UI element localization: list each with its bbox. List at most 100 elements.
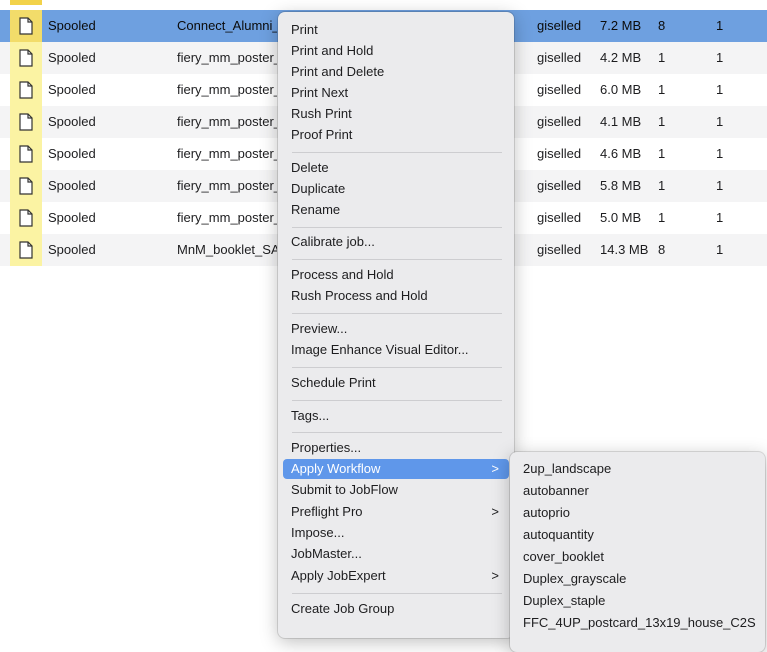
menu-item-apply-jobexpert[interactable]: Apply JobExpert > bbox=[283, 566, 509, 586]
workflow-item[interactable]: autoquantity bbox=[515, 524, 760, 546]
menu-item-label: Print bbox=[291, 22, 318, 37]
job-status: Spooled bbox=[48, 210, 96, 225]
workflow-item[interactable]: cover_booklet bbox=[515, 546, 760, 568]
workflow-item[interactable]: autobanner bbox=[515, 480, 760, 502]
document-icon bbox=[10, 170, 42, 202]
menu-item-print[interactable]: Print bbox=[283, 20, 509, 40]
job-user: giselled bbox=[537, 18, 582, 33]
workflow-item-label: Duplex_staple bbox=[523, 593, 606, 608]
menu-item-preflight-pro[interactable]: Preflight Pro > bbox=[283, 502, 509, 522]
menu-item-jobmaster[interactable]: JobMaster... bbox=[283, 544, 509, 564]
menu-item-impose[interactable]: Impose... bbox=[283, 523, 509, 543]
workflow-item[interactable]: 2up_landscape bbox=[515, 458, 760, 480]
job-size: 14.3 MB bbox=[600, 242, 649, 257]
job-name: fiery_mm_poster_ bbox=[177, 51, 277, 65]
menu-item-process-and-hold[interactable]: Process and Hold bbox=[283, 265, 509, 285]
menu-separator bbox=[292, 313, 502, 314]
job-size: 5.8 MB bbox=[600, 178, 642, 193]
menu-item-apply-workflow[interactable]: Apply Workflow > bbox=[283, 459, 509, 479]
job-status: Spooled bbox=[48, 114, 96, 129]
job-name: fiery_mm_poster_ bbox=[177, 211, 277, 225]
workflow-item[interactable]: FFC_4UP_postcard_13x19_house_C2S bbox=[515, 612, 760, 634]
job-status: Spooled bbox=[48, 50, 96, 65]
job-pages: 1 bbox=[658, 146, 666, 161]
menu-separator bbox=[292, 152, 502, 153]
menu-item-label: Process and Hold bbox=[291, 267, 394, 282]
job-status: Spooled bbox=[48, 242, 96, 257]
workflow-item[interactable]: Duplex_staple bbox=[515, 590, 760, 612]
menu-item-delete[interactable]: Delete bbox=[283, 158, 509, 178]
menu-item-label: Duplicate bbox=[291, 181, 346, 196]
menu-item-label: Tags... bbox=[291, 408, 330, 423]
document-icon bbox=[10, 202, 42, 234]
menu-item-print-next[interactable]: Print Next bbox=[283, 83, 509, 103]
job-name: Connect_Alumni_ bbox=[177, 19, 277, 33]
job-pages: 1 bbox=[658, 82, 666, 97]
menu-item-rush-print[interactable]: Rush Print bbox=[283, 104, 509, 124]
workflow-item-label: autoquantity bbox=[523, 527, 594, 542]
menu-item-label: Rush Process and Hold bbox=[291, 288, 428, 303]
menu-item-print-and-delete[interactable]: Print and Delete bbox=[283, 62, 509, 82]
workflow-item[interactable]: autoprio bbox=[515, 502, 760, 524]
menu-item-print-and-hold[interactable]: Print and Hold bbox=[283, 41, 509, 61]
job-status: Spooled bbox=[48, 82, 96, 97]
menu-item-label: Delete bbox=[291, 160, 329, 175]
job-status: Spooled bbox=[48, 146, 96, 161]
workflow-item-label: autoprio bbox=[523, 505, 570, 520]
menu-item-label: Create Job Group bbox=[291, 601, 395, 616]
job-user: giselled bbox=[537, 146, 582, 161]
menu-item-label: Properties... bbox=[291, 440, 362, 455]
workflow-item-label: FFC_4UP_postcard_13x19_house_C2S bbox=[523, 615, 756, 630]
job-size: 5.0 MB bbox=[600, 210, 642, 225]
menu-item-label: Submit to JobFlow bbox=[291, 482, 398, 497]
document-icon bbox=[10, 138, 42, 170]
menu-item-label: Proof Print bbox=[291, 127, 353, 142]
menu-item-proof-print[interactable]: Proof Print bbox=[283, 125, 509, 145]
menu-item-label: Schedule Print bbox=[291, 375, 376, 390]
document-icon bbox=[10, 10, 42, 42]
menu-item-label: Print and Delete bbox=[291, 64, 385, 79]
job-pages: 1 bbox=[658, 210, 666, 225]
job-size: 4.2 MB bbox=[600, 50, 642, 65]
menu-item-duplicate[interactable]: Duplicate bbox=[283, 179, 509, 199]
job-status: Spooled bbox=[48, 178, 96, 193]
job-name: MnM_booklet_SAI bbox=[177, 243, 277, 257]
job-size: 7.2 MB bbox=[600, 18, 642, 33]
document-icon bbox=[10, 74, 42, 106]
menu-item-rush-process-and-hold[interactable]: Rush Process and Hold bbox=[283, 286, 509, 306]
apply-workflow-submenu: 2up_landscape autobanner autoprio autoquant… bbox=[510, 452, 765, 652]
job-copies: 1 bbox=[716, 242, 724, 257]
menu-item-label: Apply JobExpert bbox=[291, 568, 386, 583]
menu-item-image-enhance-visual-editor[interactable]: Image Enhance Visual Editor... bbox=[283, 340, 509, 360]
job-size: 4.1 MB bbox=[600, 114, 642, 129]
job-copies: 1 bbox=[716, 82, 724, 97]
icon-column-strip bbox=[10, 0, 42, 5]
workflow-item-label: Duplex_grayscale bbox=[523, 571, 627, 586]
document-icon bbox=[10, 234, 42, 266]
menu-item-schedule-print[interactable]: Schedule Print bbox=[283, 373, 509, 393]
menu-item-preview[interactable]: Preview... bbox=[283, 319, 509, 339]
job-user: giselled bbox=[537, 114, 582, 129]
job-user: giselled bbox=[537, 210, 582, 225]
menu-item-tags[interactable]: Tags... bbox=[283, 406, 509, 426]
chevron-right-icon: > bbox=[491, 461, 499, 476]
menu-separator bbox=[292, 367, 502, 368]
menu-item-properties[interactable]: Properties... bbox=[283, 438, 509, 458]
job-name: fiery_mm_poster_ bbox=[177, 147, 277, 161]
menu-item-calibrate-job[interactable]: Calibrate job... bbox=[283, 232, 509, 252]
menu-item-label: Calibrate job... bbox=[291, 234, 375, 249]
job-user: giselled bbox=[537, 242, 582, 257]
job-name: fiery_mm_poster_ bbox=[177, 179, 277, 193]
workflow-item-label: autobanner bbox=[523, 483, 589, 498]
menu-item-label: Preview... bbox=[291, 321, 348, 336]
menu-item-rename[interactable]: Rename bbox=[283, 200, 509, 220]
job-pages: 1 bbox=[658, 50, 666, 65]
workflow-item[interactable]: Duplex_grayscale bbox=[515, 568, 760, 590]
document-icon bbox=[10, 106, 42, 138]
menu-item-label: Print and Hold bbox=[291, 43, 374, 58]
menu-item-submit-to-jobflow[interactable]: Submit to JobFlow bbox=[283, 480, 509, 500]
menu-item-create-job-group[interactable]: Create Job Group bbox=[283, 599, 509, 619]
menu-item-label: Preflight Pro bbox=[291, 504, 363, 519]
job-name: fiery_mm_poster_ bbox=[177, 115, 277, 129]
job-copies: 1 bbox=[716, 114, 724, 129]
